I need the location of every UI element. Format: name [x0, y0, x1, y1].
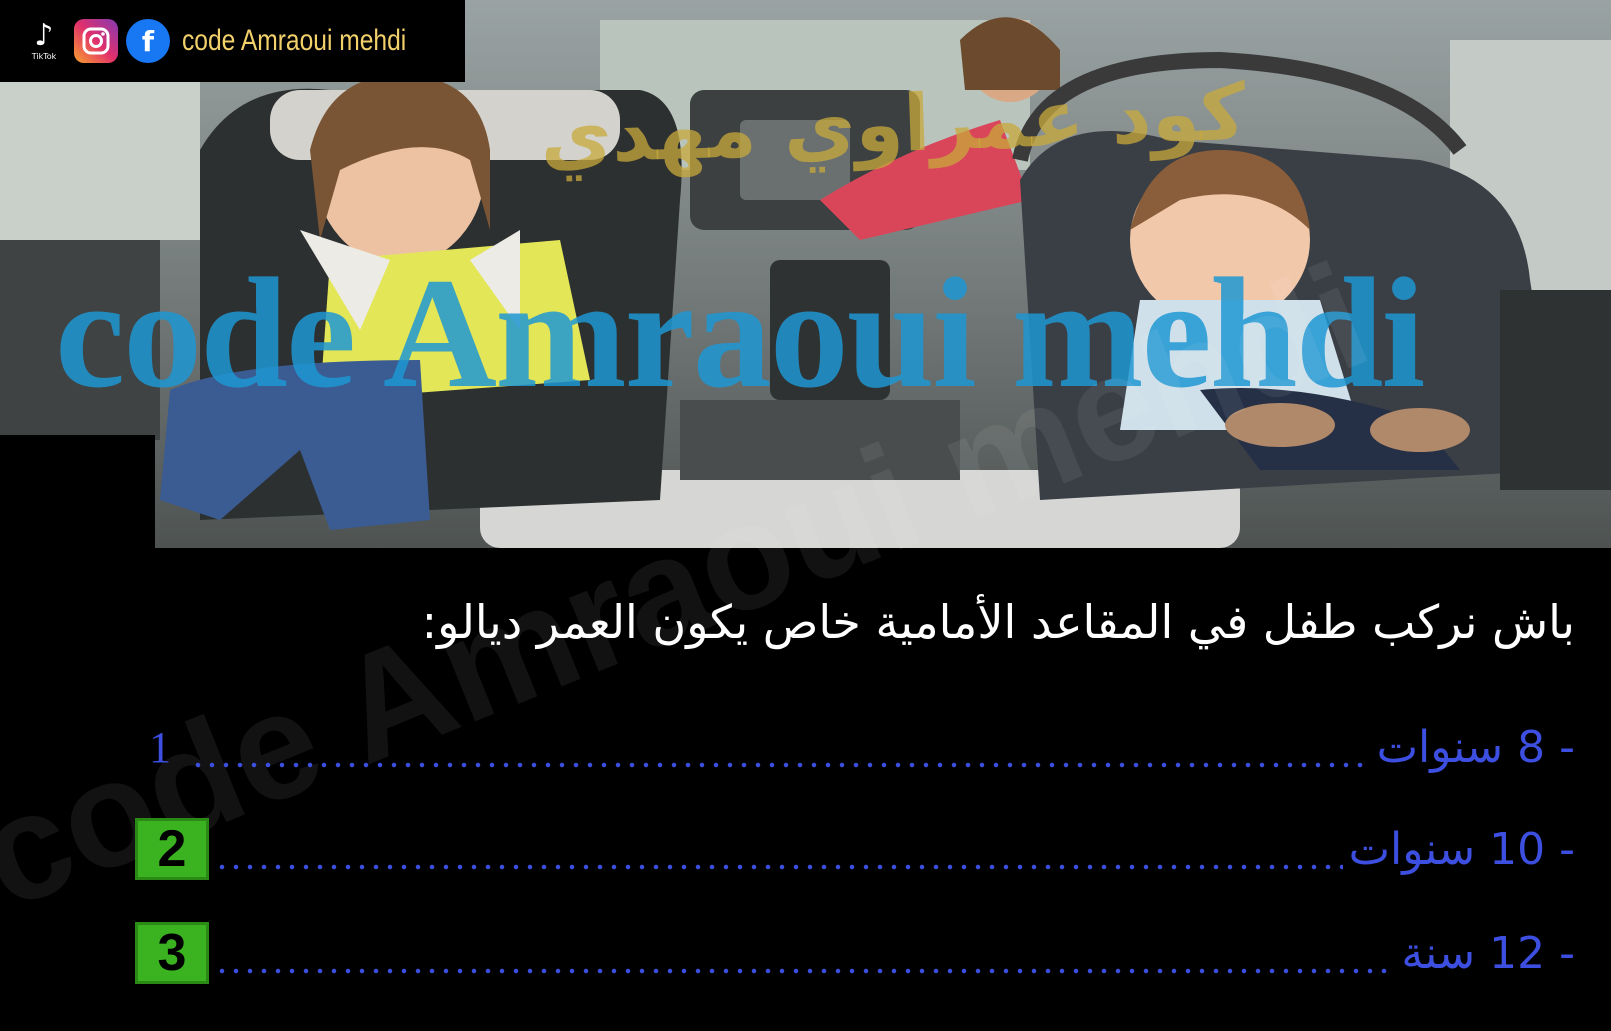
tiktok-icon[interactable]: ♪ TikTok — [22, 19, 66, 63]
slide: ♪ TikTok f code Amraoui mehdi كود عمراوي… — [0, 0, 1611, 1031]
leader-dots — [191, 762, 1371, 768]
option-badge-2: 2 — [135, 818, 209, 880]
option-row-3[interactable]: - 12 سنة 3 — [135, 918, 1575, 988]
leader-dots — [215, 864, 1343, 870]
instagram-icon[interactable] — [74, 19, 118, 63]
option-row-2[interactable]: - 10 سنوات 2 — [135, 814, 1575, 884]
option-number-1: 1 — [149, 722, 171, 772]
tiktok-glyph: ♪ — [34, 18, 54, 53]
social-handle: code Amraoui mehdi — [182, 24, 407, 57]
option-text-1: - 8 سنوات — [1376, 721, 1575, 773]
question-text: باش نركب طفل في المقاعد الأمامية خاص يكو… — [421, 595, 1575, 649]
tiktok-label: TikTok — [31, 52, 57, 61]
letterbox-corner — [0, 435, 155, 548]
leader-dots — [215, 968, 1396, 974]
instagram-glyph — [82, 27, 110, 55]
option-text-2: - 10 سنوات — [1348, 823, 1575, 875]
option-text-3: - 12 سنة — [1401, 927, 1575, 979]
option-row-1[interactable]: - 8 سنوات 1 — [135, 712, 1575, 782]
option-badge-3: 3 — [135, 922, 209, 984]
social-bar: ♪ TikTok f code Amraoui mehdi — [0, 0, 465, 82]
facebook-icon[interactable]: f — [126, 19, 170, 63]
